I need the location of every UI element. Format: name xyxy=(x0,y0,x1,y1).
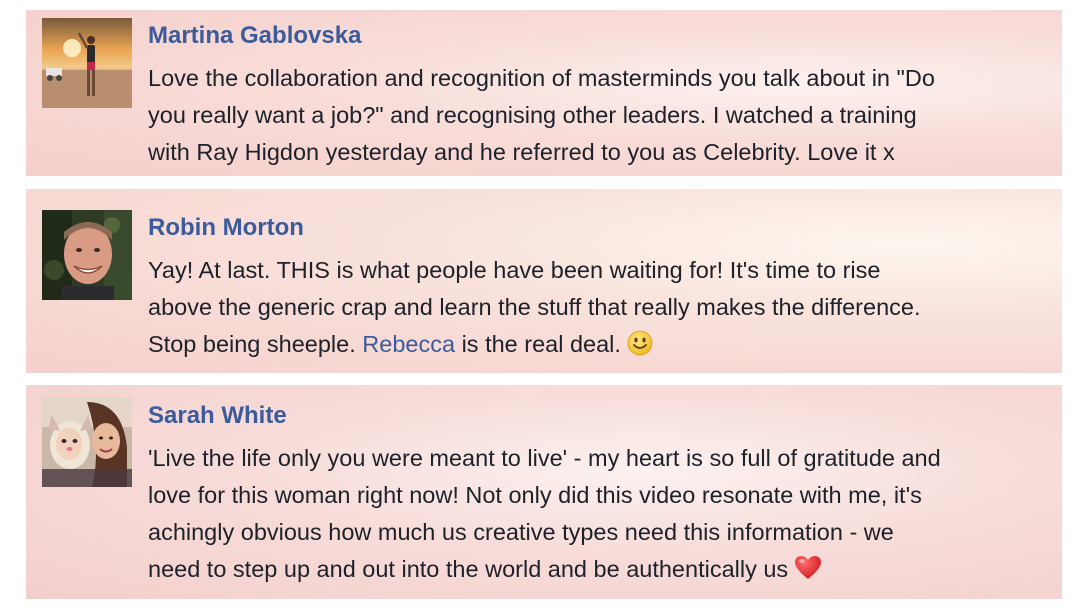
avatar[interactable] xyxy=(42,18,132,108)
comment-author-name[interactable]: Martina Gablovska xyxy=(148,22,361,50)
two-women-filter-photo xyxy=(42,397,132,487)
red-heart-emoji-icon xyxy=(794,555,822,592)
avatar[interactable] xyxy=(42,397,132,487)
smiling-man-photo xyxy=(42,210,132,300)
comment-text-segment: need to step up and out into the world a… xyxy=(148,556,789,582)
comment-body: 'Live the life only you were meant to li… xyxy=(148,440,1044,592)
person-desert-sunset-photo xyxy=(42,18,132,108)
comment-text-segment: Stop being sheeple. xyxy=(148,331,356,357)
comment-line: with Ray Higdon yesterday and he referre… xyxy=(148,139,895,165)
comment-text-segment: is the real deal. xyxy=(461,331,621,357)
comment-line: achingly obvious how much us creative ty… xyxy=(148,519,894,545)
comment-card: Sarah White 'Live the life only you were… xyxy=(26,385,1062,599)
comment-line: Love the collaboration and recognition o… xyxy=(148,65,935,91)
comment-card: Martina Gablovska Love the collaboration… xyxy=(26,10,1062,176)
avatar[interactable] xyxy=(42,210,132,300)
smiley-emoji-icon xyxy=(627,330,653,367)
comment-line: love for this woman right now! Not only … xyxy=(148,482,922,508)
comment-line: above the generic crap and learn the stu… xyxy=(148,294,921,320)
comment-line: Stop being sheeple. Rebecca is the real … xyxy=(148,326,1044,367)
comment-line: need to step up and out into the world a… xyxy=(148,551,1044,592)
mention-link[interactable]: Rebecca xyxy=(362,331,455,357)
comment-body: Love the collaboration and recognition o… xyxy=(148,60,1044,171)
comment-card: Robin Morton Yay! At last. THIS is what … xyxy=(26,189,1062,373)
comment-author-name[interactable]: Robin Morton xyxy=(148,214,304,242)
comment-body: Yay! At last. THIS is what people have b… xyxy=(148,252,1044,367)
comment-line: you really want a job?" and recognising … xyxy=(148,102,917,128)
comment-line: Yay! At last. THIS is what people have b… xyxy=(148,257,881,283)
comment-author-name[interactable]: Sarah White xyxy=(148,402,287,430)
comment-line: 'Live the life only you were meant to li… xyxy=(148,445,941,471)
